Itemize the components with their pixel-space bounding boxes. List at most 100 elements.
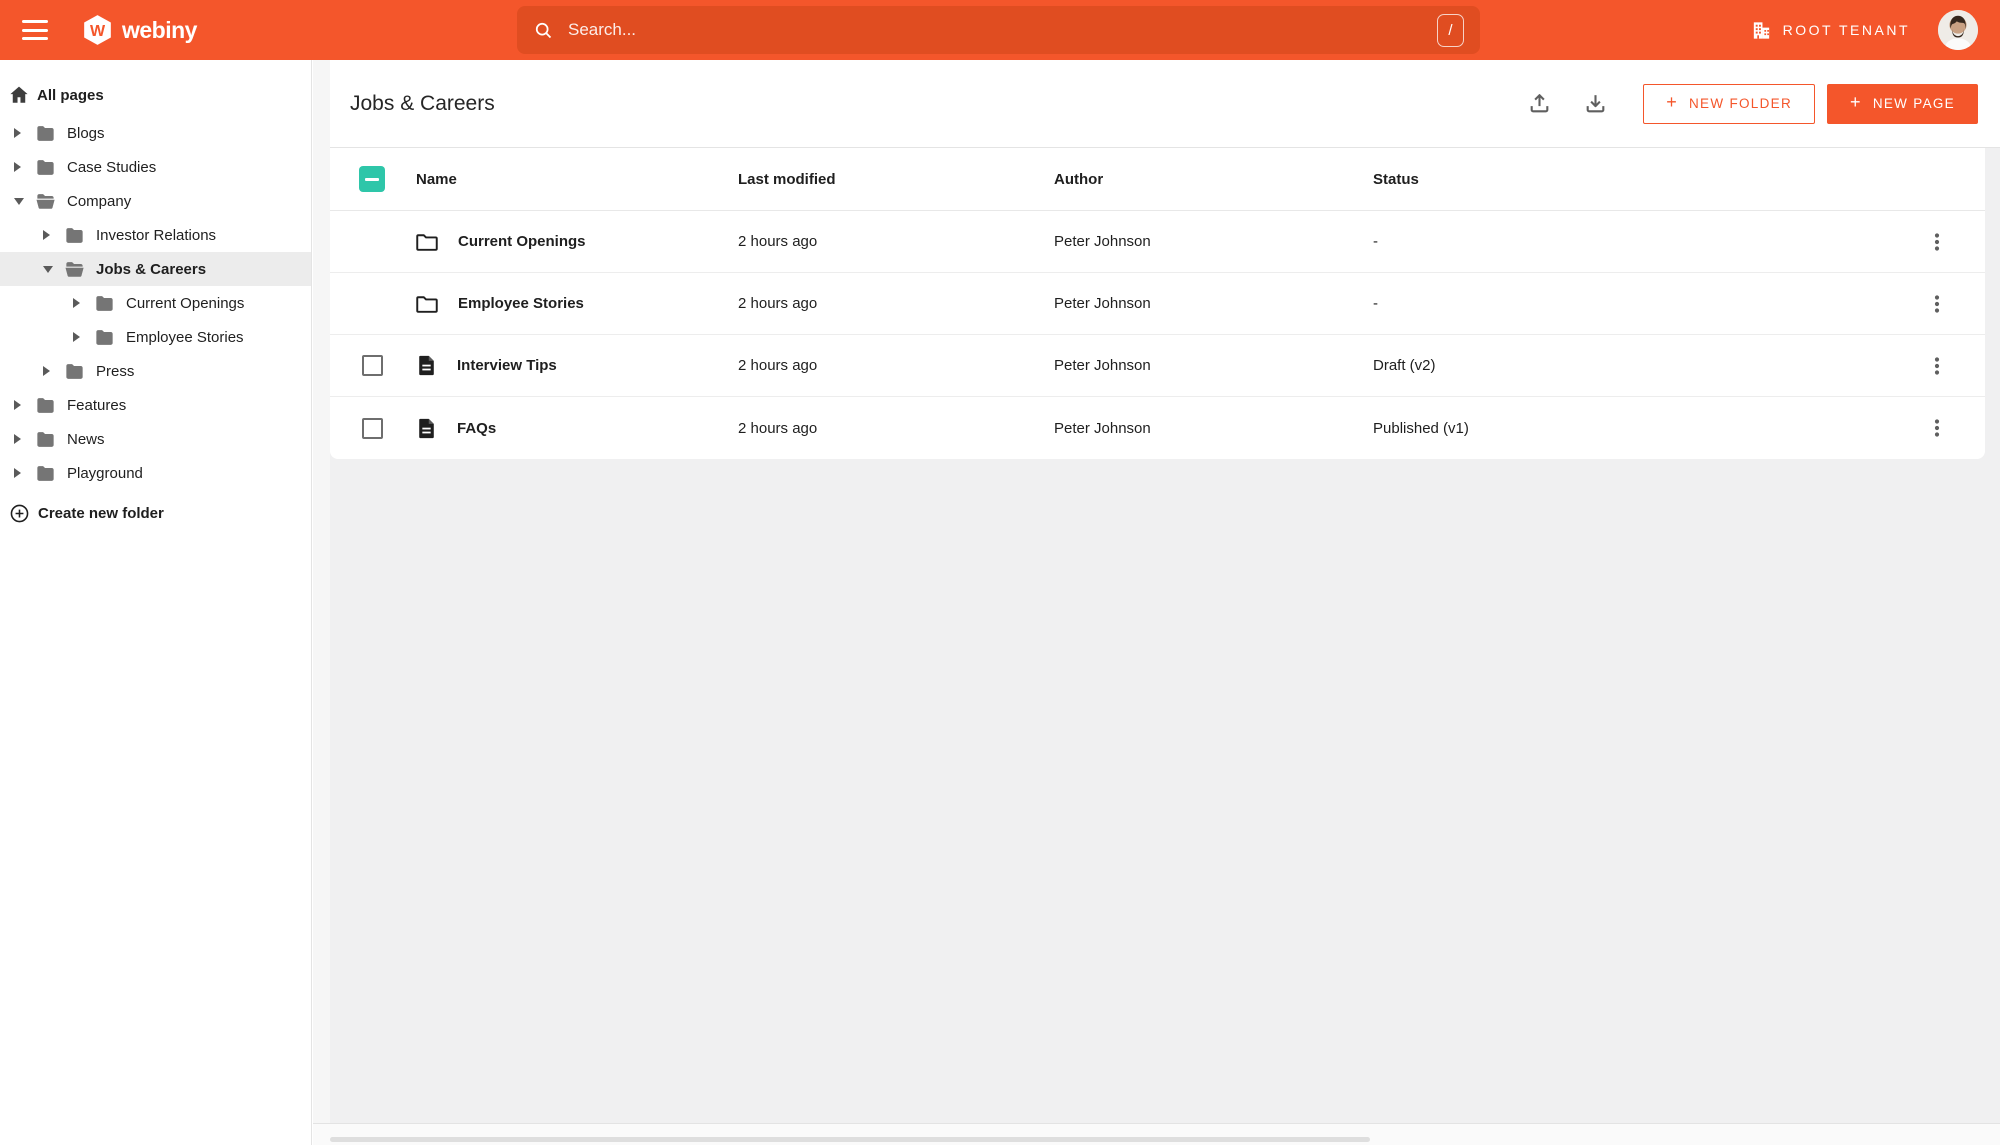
sidebar-scrollbar-track[interactable] xyxy=(313,60,330,1145)
row-name[interactable]: FAQs xyxy=(457,420,496,437)
chevron-down-icon[interactable] xyxy=(43,265,55,273)
sidebar-item-case-studies[interactable]: Case Studies xyxy=(0,150,311,184)
sidebar-item-label: Case Studies xyxy=(67,158,157,176)
sidebar-item-employee-stories[interactable]: Employee Stories xyxy=(0,320,311,354)
chevron-right-icon[interactable] xyxy=(14,400,26,410)
chevron-right-icon[interactable] xyxy=(73,298,85,308)
folder-closed-icon xyxy=(63,224,86,247)
plus-circle-icon xyxy=(9,503,30,524)
sidebar-item-features[interactable]: Features xyxy=(0,388,311,422)
column-header-name[interactable]: Name xyxy=(414,171,738,188)
chevron-right-icon[interactable] xyxy=(43,366,55,376)
home-icon xyxy=(8,84,30,106)
row-actions-menu[interactable] xyxy=(1919,224,1955,260)
row-actions-menu[interactable] xyxy=(1919,410,1955,446)
sidebar-item-label: Employee Stories xyxy=(126,328,244,346)
horizontal-scrollbar-thumb[interactable] xyxy=(330,1137,1370,1142)
sidebar-item-blogs[interactable]: Blogs xyxy=(0,116,311,150)
row-checkbox[interactable] xyxy=(361,355,383,376)
webiny-logo-mark: W xyxy=(84,15,111,45)
folder-closed-icon xyxy=(34,394,57,417)
create-new-folder-button[interactable]: Create new folder xyxy=(0,498,311,528)
sidebar-item-label: Playground xyxy=(67,464,143,482)
slash-key-icon: / xyxy=(1437,13,1464,47)
table-row[interactable]: Current Openings 2 hours ago Peter Johns… xyxy=(330,211,1985,273)
tenant-label: ROOT TENANT xyxy=(1782,22,1910,38)
plus-icon: + xyxy=(1666,92,1678,112)
table-row[interactable]: Interview Tips 2 hours ago Peter Johnson… xyxy=(330,335,1985,397)
sidebar-item-label: Company xyxy=(67,192,132,210)
row-status: - xyxy=(1373,295,1378,312)
search-input[interactable] xyxy=(568,20,1437,40)
row-checkbox[interactable] xyxy=(361,417,383,439)
column-header-author[interactable]: Author xyxy=(1054,171,1373,188)
row-actions-menu[interactable] xyxy=(1919,286,1955,322)
page-header: Jobs & Careers + NEW FOLDER + NEW PAGE xyxy=(330,60,2000,148)
sidebar-item-all-pages[interactable]: All pages xyxy=(0,80,311,110)
column-header-last-modified[interactable]: Last modified xyxy=(738,171,1054,188)
folder-open-icon xyxy=(34,190,57,213)
table-row[interactable]: FAQs 2 hours ago Peter Johnson Published… xyxy=(330,397,1985,459)
sidebar-item-playground[interactable]: Playground xyxy=(0,456,311,490)
sidebar-item-company[interactable]: Company xyxy=(0,184,311,218)
folder-closed-icon xyxy=(93,326,116,349)
folder-closed-icon xyxy=(34,462,57,485)
select-all-checkbox[interactable] xyxy=(359,166,385,192)
row-name[interactable]: Current Openings xyxy=(458,233,586,250)
new-page-button[interactable]: + NEW PAGE xyxy=(1827,83,1978,124)
chevron-right-icon[interactable] xyxy=(73,332,85,342)
new-folder-button[interactable]: + NEW FOLDER xyxy=(1643,83,1816,124)
row-author: Peter Johnson xyxy=(1054,419,1151,437)
page-icon xyxy=(414,416,439,441)
sidebar-item-label: Press xyxy=(96,362,135,380)
sidebar-item-label: Blogs xyxy=(67,124,105,142)
page-icon xyxy=(414,353,439,378)
sidebar-item-investor-relations[interactable]: Investor Relations xyxy=(0,218,311,252)
top-app-bar: W webiny / ROOT TENANT xyxy=(0,0,2000,60)
export-button[interactable] xyxy=(1575,84,1615,124)
row-last-modified: 2 hours ago xyxy=(738,295,818,312)
row-name[interactable]: Interview Tips xyxy=(457,357,557,374)
row-last-modified: 2 hours ago xyxy=(738,419,818,437)
folder-outline-icon xyxy=(414,229,440,255)
chevron-right-icon[interactable] xyxy=(14,162,26,172)
sidebar-item-label: Current Openings xyxy=(126,294,245,312)
tenant-selector[interactable]: ROOT TENANT xyxy=(1750,19,1910,42)
sidebar-item-jobs-careers[interactable]: Jobs & Careers xyxy=(0,252,311,286)
row-status: Draft (v2) xyxy=(1373,357,1436,374)
sidebar-item-label: Investor Relations xyxy=(96,226,217,244)
plus-icon: + xyxy=(1850,92,1862,112)
sidebar-item-current-openings[interactable]: Current Openings xyxy=(0,286,311,320)
table-header-row: Name Last modified Author Status xyxy=(330,148,1985,211)
folder-tree: Blogs Case Studies Company Investor Rela… xyxy=(0,116,311,490)
webiny-logo: W webiny xyxy=(82,14,197,46)
user-avatar[interactable] xyxy=(1938,10,1978,50)
folder-tree-sidebar: All pages Blogs Case Studies Company Inv… xyxy=(0,60,312,1145)
building-icon xyxy=(1750,19,1773,42)
chevron-right-icon[interactable] xyxy=(14,468,26,478)
sidebar-item-news[interactable]: News xyxy=(0,422,311,456)
row-author: Peter Johnson xyxy=(1054,357,1151,374)
kebab-menu-icon xyxy=(1925,416,1949,440)
chevron-right-icon[interactable] xyxy=(14,434,26,444)
row-actions-menu[interactable] xyxy=(1919,348,1955,384)
row-author: Peter Johnson xyxy=(1054,233,1151,250)
page-title: Jobs & Careers xyxy=(350,91,495,115)
chevron-down-icon[interactable] xyxy=(14,197,26,205)
chevron-right-icon[interactable] xyxy=(43,230,55,240)
upload-icon xyxy=(1527,91,1552,116)
sidebar-item-press[interactable]: Press xyxy=(0,354,311,388)
pages-table: Name Last modified Author Status Current… xyxy=(330,148,1985,459)
download-icon xyxy=(1583,91,1608,116)
global-search[interactable]: / xyxy=(517,6,1480,54)
kebab-menu-icon xyxy=(1925,292,1949,316)
import-button[interactable] xyxy=(1519,84,1559,124)
sidebar-item-label: Jobs & Careers xyxy=(96,260,207,278)
chevron-right-icon[interactable] xyxy=(14,128,26,138)
brand-wordmark: webiny xyxy=(122,16,197,43)
row-name[interactable]: Employee Stories xyxy=(458,295,584,312)
column-header-status[interactable]: Status xyxy=(1373,171,1889,188)
folder-outline-icon xyxy=(414,291,440,317)
hamburger-menu-icon[interactable] xyxy=(22,20,48,40)
table-row[interactable]: Employee Stories 2 hours ago Peter Johns… xyxy=(330,273,1985,335)
